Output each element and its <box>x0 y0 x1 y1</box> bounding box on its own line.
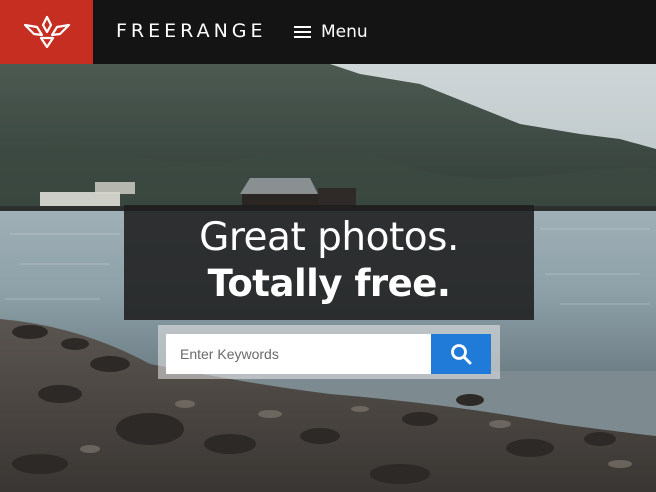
brand-name[interactable]: FREERANGE <box>116 20 267 42</box>
search-icon <box>451 344 472 365</box>
logo-link[interactable] <box>0 0 93 64</box>
menu-label: Menu <box>321 22 368 42</box>
headline-line-1: Great photos. <box>199 215 459 260</box>
search-bar <box>158 325 500 379</box>
top-navigation-bar: FREERANGE Menu <box>0 0 656 64</box>
headline-panel: Great photos. Totally free. <box>124 205 534 320</box>
headline-line-2: Totally free. <box>207 262 451 305</box>
search-button[interactable] <box>431 334 491 374</box>
search-input[interactable] <box>166 334 431 374</box>
hamburger-icon <box>294 26 311 39</box>
hero-section: Great photos. Totally free. <box>0 64 656 492</box>
menu-button[interactable]: Menu <box>294 17 368 47</box>
bird-logo-icon <box>23 15 70 49</box>
